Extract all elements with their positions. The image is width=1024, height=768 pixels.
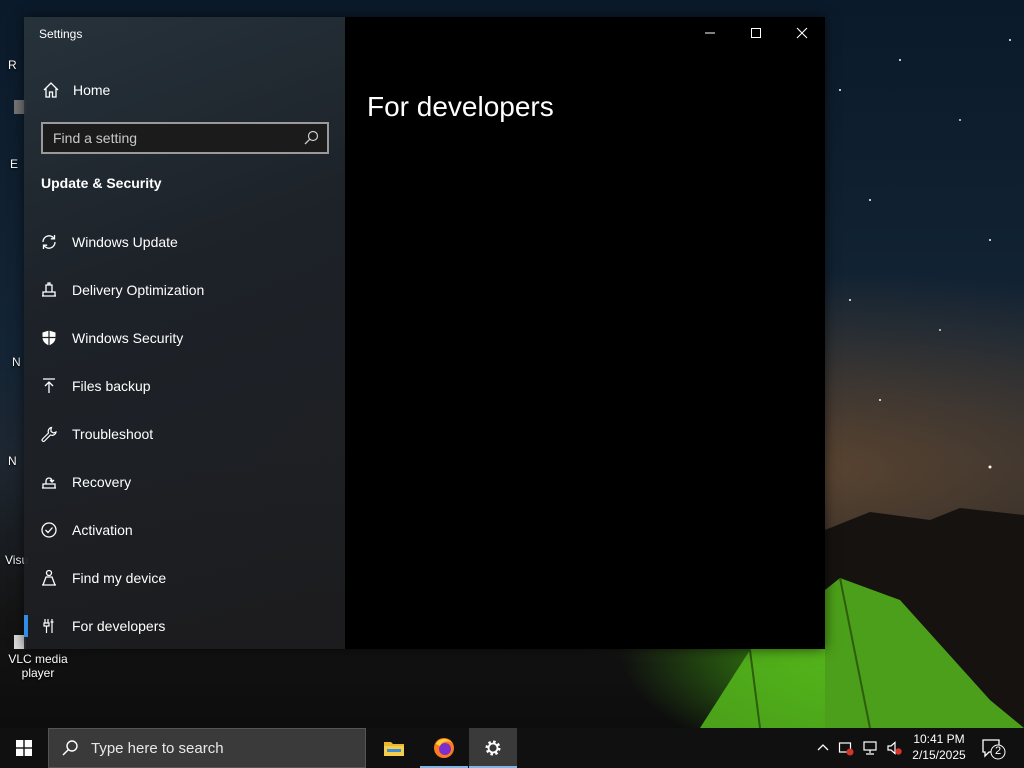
taskbar-firefox[interactable] — [420, 728, 468, 768]
settings-content: For developers — [345, 17, 825, 649]
nav-item-label: Delivery Optimization — [72, 282, 205, 298]
nav-item-files-backup[interactable]: Files backup — [24, 362, 345, 410]
nav-item-find-my-device[interactable]: Find my device — [24, 554, 345, 602]
settings-window: Settings Home Update & Security Windows … — [24, 17, 825, 649]
nav-item-for-developers[interactable]: For developers — [24, 602, 345, 650]
folder-icon — [384, 742, 404, 756]
search-input[interactable] — [43, 129, 303, 147]
nav-item-windows-security[interactable]: Windows Security — [24, 314, 345, 362]
find-setting-search[interactable] — [41, 122, 329, 154]
desktop-icon-label: N — [8, 454, 17, 468]
windows-logo-icon — [16, 740, 32, 756]
nav-item-windows-update[interactable]: Windows Update — [24, 218, 345, 266]
notification-center-button[interactable]: 2 — [978, 736, 1008, 760]
nav-item-label: Files backup — [72, 378, 151, 394]
desktop-icon-label: VLC media player — [8, 652, 68, 680]
search-icon — [304, 130, 319, 145]
page-title: For developers — [367, 90, 554, 122]
home-icon — [43, 82, 59, 98]
wrench-icon — [41, 426, 57, 442]
system-clock[interactable]: 10:41 PM 2/15/2025 — [904, 731, 974, 763]
taskbar-file-explorer[interactable] — [370, 728, 418, 768]
security-alert-icon[interactable] — [838, 740, 854, 756]
sync-icon — [42, 235, 56, 249]
volume-muted-icon[interactable] — [886, 740, 902, 756]
gear-icon — [485, 740, 501, 756]
network-icon[interactable] — [863, 740, 879, 756]
nav-item-label: Windows Security — [72, 330, 184, 346]
search-icon — [62, 740, 78, 756]
close-icon — [796, 27, 808, 39]
section-title: Update & Security — [41, 175, 162, 191]
nav-item-label: Recovery — [72, 474, 132, 490]
maximize-icon — [751, 28, 761, 38]
clock-date: 2/15/2025 — [912, 748, 966, 762]
home-label: Home — [73, 82, 111, 98]
nav-item-activation[interactable]: Activation — [24, 506, 345, 554]
nav-item-troubleshoot[interactable]: Troubleshoot — [24, 410, 345, 458]
nav-item-label: Activation — [72, 522, 133, 538]
nav-item-label: Windows Update — [72, 234, 178, 250]
desktop-icon-vlc[interactable]: VLC media player — [0, 652, 76, 680]
desktop-icon-label: E — [10, 157, 19, 171]
app-title: Settings — [39, 27, 83, 41]
firefox-icon — [434, 738, 454, 758]
shield-icon — [42, 330, 56, 346]
taskbar-search[interactable]: Type here to search — [48, 728, 366, 768]
taskbar-search-text: Type here to search — [91, 739, 224, 757]
nav-item-label: Troubleshoot — [72, 426, 154, 442]
clock-time: 10:41 PM — [913, 732, 965, 746]
nav-item-label: Find my device — [72, 570, 167, 586]
upload-icon — [43, 378, 55, 393]
person-icon — [42, 569, 56, 586]
minimize-button[interactable] — [687, 17, 733, 49]
settings-sidebar: Settings Home Update & Security Windows … — [24, 17, 345, 649]
notification-count: 2 — [994, 745, 1002, 757]
nav-item-recovery[interactable]: Recovery — [24, 458, 345, 506]
minimize-icon — [705, 32, 715, 34]
nav-item-label: For developers — [72, 618, 166, 634]
taskbar: Type here to search 10:41 PM 2/15/2025 2 — [0, 728, 1024, 768]
desktop-icon-label: N — [12, 355, 21, 369]
nav-item-delivery-optimization[interactable]: Delivery Optimization — [24, 266, 345, 314]
delivery-icon — [42, 282, 56, 297]
recovery-icon — [42, 477, 56, 489]
desktop-icon-label: R — [8, 58, 17, 72]
home-nav-item[interactable]: Home — [24, 77, 345, 103]
notification-icon — [982, 739, 1006, 760]
maximize-button[interactable] — [733, 17, 779, 49]
chevron-up-icon[interactable] — [815, 740, 831, 756]
developer-icon — [43, 619, 54, 633]
start-button[interactable] — [0, 728, 48, 768]
check-circle-icon — [41, 522, 57, 538]
close-button[interactable] — [779, 17, 825, 49]
settings-nav: Windows Update Delivery Optimization Win… — [24, 218, 345, 650]
taskbar-settings[interactable] — [469, 728, 517, 768]
